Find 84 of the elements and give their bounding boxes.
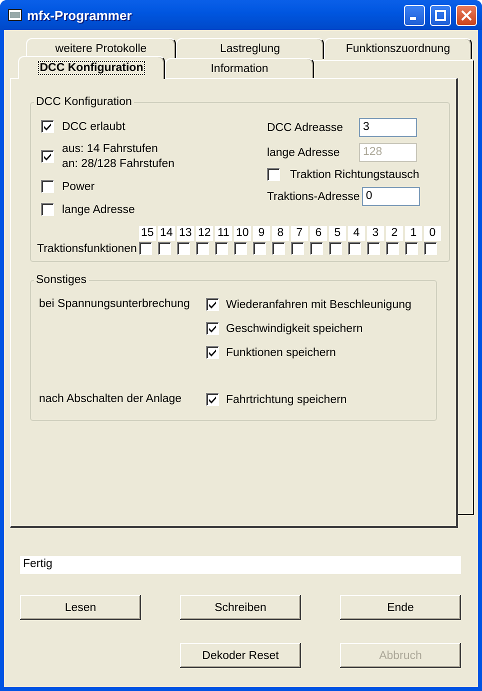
- checkbox-label: aus: 14 Fahrstufen: [62, 143, 159, 155]
- tab[interactable]: Lastreglung: [176, 38, 324, 59]
- checkbox[interactable]: [290, 242, 304, 255]
- checkbox-label: Funktionen speichern: [226, 346, 336, 358]
- bit-number: 0: [424, 226, 441, 241]
- checkbox[interactable]: [196, 242, 209, 255]
- bit-number: 13: [176, 226, 194, 241]
- app-icon: [8, 9, 22, 21]
- bit-number: 14: [158, 226, 175, 241]
- checkbox-label: Power: [62, 180, 95, 192]
- action-button[interactable]: Lesen: [20, 595, 141, 620]
- checkmark-icon: [43, 122, 52, 131]
- checkmark-icon: [43, 152, 52, 161]
- checkbox[interactable]: [234, 242, 247, 255]
- bit-number: 7: [290, 226, 308, 241]
- checkbox[interactable]: [158, 242, 171, 255]
- checkbox[interactable]: [404, 242, 418, 255]
- checkbox[interactable]: [386, 242, 399, 255]
- checkmark-icon: [208, 300, 217, 309]
- maximize-button[interactable]: [430, 4, 451, 26]
- close-icon: [461, 10, 472, 20]
- bit-number: 15: [138, 226, 156, 241]
- checkbox[interactable]: [176, 242, 190, 255]
- bit-number: 11: [214, 226, 232, 241]
- checkbox[interactable]: [206, 393, 219, 406]
- checkbox[interactable]: [206, 298, 219, 311]
- checkbox-label: Wiederanfahren mit Beschleunigung: [226, 298, 412, 310]
- window-title: mfx-Programmer: [27, 8, 133, 22]
- tab[interactable]: DCC Konfiguration: [18, 56, 165, 79]
- minimize-button[interactable]: [404, 4, 425, 26]
- action-button[interactable]: Dekoder Reset: [180, 643, 301, 668]
- checkbox[interactable]: [206, 322, 219, 335]
- checkmark-icon: [208, 395, 217, 404]
- checkbox[interactable]: [41, 203, 54, 216]
- checkbox-label: lange Adresse: [62, 204, 135, 216]
- bit-number: 10: [234, 226, 251, 241]
- bit-number: 9: [252, 226, 270, 241]
- checkbox[interactable]: [310, 242, 323, 255]
- bit-number: 2: [386, 226, 403, 241]
- status-field: Fertig: [20, 556, 461, 574]
- close-button[interactable]: [456, 4, 477, 26]
- action-button[interactable]: Schreiben: [180, 595, 301, 620]
- checkbox-label: Fahrtrichtung speichern: [226, 394, 347, 406]
- bit-number: 12: [196, 226, 213, 241]
- row-label: nach Abschalten der Anlage: [39, 393, 183, 406]
- checkbox-label: DCC erlaubt: [62, 120, 126, 132]
- checkmark-icon: [208, 324, 217, 333]
- checkbox[interactable]: [206, 346, 219, 359]
- row-label: Traktionsfunktionen: [37, 242, 138, 254]
- field-label: DCC Adreasse: [266, 122, 344, 134]
- checkbox[interactable]: [214, 242, 228, 255]
- checkbox-label: Traktion Richtungstausch: [290, 168, 420, 180]
- checkbox[interactable]: [272, 242, 285, 255]
- checkbox[interactable]: [424, 242, 437, 255]
- bit-number: 3: [366, 226, 384, 241]
- field-label: lange Adresse: [266, 146, 341, 158]
- input-field[interactable]: 3: [358, 118, 417, 137]
- checkbox[interactable]: [252, 242, 266, 255]
- tab[interactable]: Funktionszuordnung: [324, 38, 472, 59]
- maximize-icon: [435, 10, 446, 20]
- checkbox[interactable]: [41, 150, 54, 163]
- group-title: DCC Konfiguration: [35, 96, 133, 108]
- checkbox[interactable]: [138, 242, 152, 255]
- checkmark-icon: [208, 348, 217, 357]
- checkbox[interactable]: [266, 168, 280, 181]
- minimize-icon: [410, 17, 416, 20]
- field-label: Traktions-Adresse: [266, 190, 360, 202]
- checkbox-label: Geschwindigkeit speichern: [226, 322, 363, 334]
- checkbox[interactable]: [366, 242, 380, 255]
- tab[interactable]: Information: [165, 58, 314, 79]
- bit-number: 4: [348, 226, 365, 241]
- row-label: bei Spannungsunterbrechung: [39, 298, 191, 312]
- checkbox-label: an: 28/128 Fahrstufen: [62, 158, 175, 170]
- checkbox[interactable]: [348, 242, 361, 255]
- checkbox[interactable]: [41, 180, 54, 193]
- bit-number: 6: [310, 226, 327, 241]
- checkbox[interactable]: [328, 242, 342, 255]
- bit-number: 8: [272, 226, 289, 241]
- bit-number: 5: [328, 226, 346, 241]
- input-field[interactable]: 0: [362, 187, 420, 206]
- bit-number: 1: [404, 226, 422, 241]
- checkbox[interactable]: [41, 120, 54, 133]
- action-button[interactable]: Ende: [340, 595, 461, 620]
- group-title: Sonstiges: [35, 274, 88, 286]
